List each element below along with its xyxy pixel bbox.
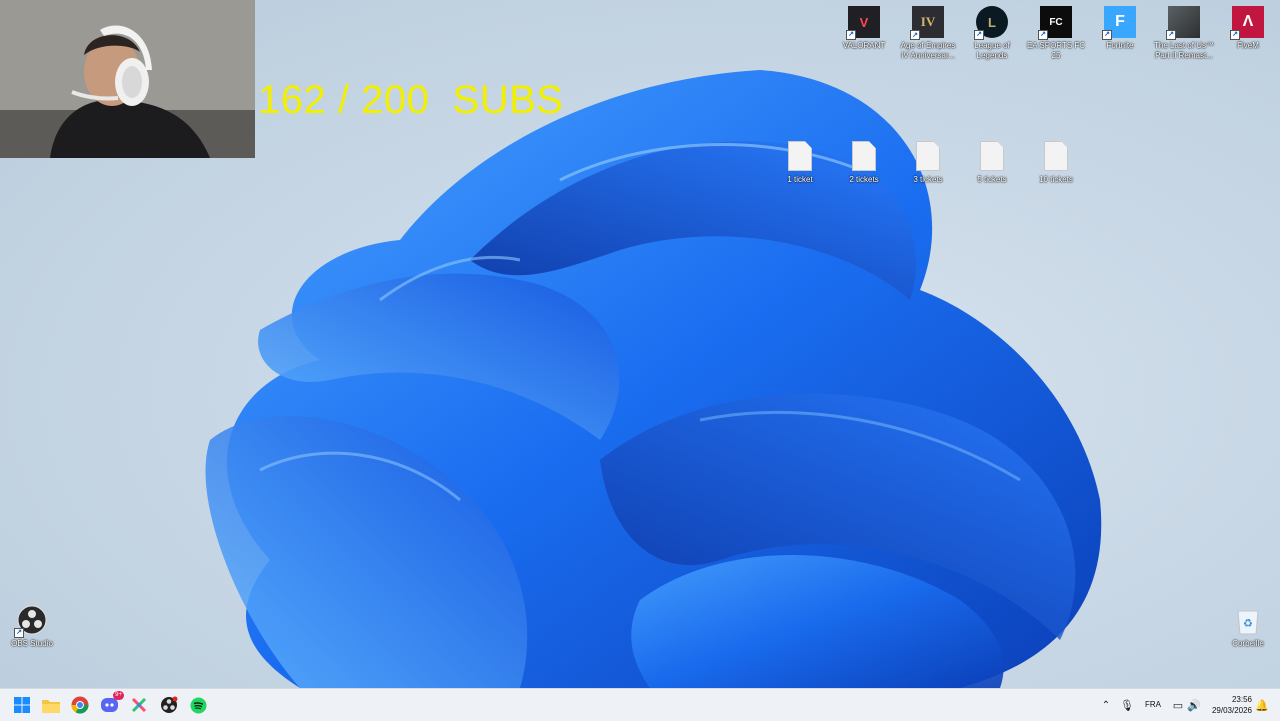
windows-start-icon[interactable] [12, 695, 32, 715]
text-file-icon [912, 140, 944, 172]
desktop-icon-label: League of Legends [974, 41, 1010, 60]
shortcut-arrow-icon: ↗ [974, 30, 984, 40]
desktop-icon-obs-studio[interactable]: ↗ OBS Studio [0, 604, 64, 649]
desktop-icon-recycle-bin[interactable]: ♻ Corbeille [1216, 604, 1280, 649]
desktop-icon-label: OBS Studio [11, 639, 53, 648]
desktop-icon-label: FiveM [1237, 41, 1259, 50]
desktop-file-label: 1 ticket [787, 175, 813, 184]
desktop-icon-label: Fortnite [1106, 41, 1134, 50]
chrome-icon[interactable] [70, 695, 90, 715]
notification-badge: 9+ [113, 691, 124, 700]
microphone-icon[interactable]: 🎙 [1117, 695, 1137, 715]
desktop-icon-league-of-legends[interactable]: L ↗ League of Legends [960, 6, 1024, 61]
chevron-up-icon[interactable]: ⌃ [1096, 695, 1116, 715]
desktop-icon-age-of-empires[interactable]: IV ↗ Age of Empires IV Anniversar... [896, 6, 960, 61]
desktop-file-label: 5 tickets [977, 175, 1007, 184]
text-file-icon [848, 140, 880, 172]
shortcut-arrow-icon: ↗ [1102, 30, 1112, 40]
ea-sports-fc-icon: FC ↗ [1038, 6, 1072, 40]
age-of-empires-icon: IV ↗ [910, 6, 944, 40]
shortcut-arrow-icon: ↗ [1038, 30, 1048, 40]
desktop-file-1-ticket[interactable]: 1 ticket [768, 140, 832, 185]
desktop-file-3-tickets[interactable]: 3 tickets [896, 140, 960, 185]
desktop-icon-fortnite[interactable]: F ↗ Fortnite [1088, 6, 1152, 51]
desktop-file-label: 2 tickets [849, 175, 879, 184]
fivem-icon: Λ ↗ [1230, 6, 1264, 40]
system-clock[interactable]: 23:56 29/03/2026 [1212, 694, 1252, 716]
the-last-of-us-icon: ↗ [1166, 6, 1200, 40]
desktop-icon-valorant[interactable]: V ↗ VALORANT [832, 6, 896, 51]
obs-studio-icon: ↗ [14, 604, 48, 638]
spotify-icon[interactable] [188, 695, 208, 715]
desktop-icon-label: Corbeille [1232, 639, 1264, 648]
discord-icon[interactable]: 9+ [100, 691, 124, 715]
text-file-icon [976, 140, 1008, 172]
valorant-icon: V ↗ [846, 6, 880, 40]
webcam-overlay [0, 0, 255, 158]
desktop-file-label: 3 tickets [913, 175, 943, 184]
desktop-file-5-tickets[interactable]: 5 tickets [960, 140, 1024, 185]
desktop-icon-label: EA SPORTS FC 25 [1026, 41, 1086, 60]
desktop-icon-label: Age of Empires IV Anniversar... [900, 41, 956, 60]
desktop-icon-the-last-of-us[interactable]: ↗ The Last of Us™ Part II Remast... [1152, 6, 1216, 61]
shortcut-arrow-icon: ↗ [910, 30, 920, 40]
league-of-legends-icon: L ↗ [974, 6, 1008, 40]
recycle-bin-icon: ♻ [1232, 604, 1264, 636]
volume-icon[interactable]: 🔊 [1184, 695, 1204, 715]
desktop-file-10-tickets[interactable]: 10 tickets [1024, 140, 1088, 185]
obs-taskbar-icon[interactable] [159, 695, 179, 715]
language-indicator[interactable]: FRA [1145, 700, 1161, 709]
desktop-icon-label: VALORANT [842, 41, 886, 50]
text-file-icon [1040, 140, 1072, 172]
shortcut-arrow-icon: ↗ [14, 628, 24, 638]
shortcut-arrow-icon: ↗ [846, 30, 856, 40]
subscriber-goal-overlay: 162 / 200 SUBS [258, 78, 564, 122]
desktop-icon-fivem[interactable]: Λ ↗ FiveM [1216, 6, 1280, 51]
desktop-icon-ea-sports-fc[interactable]: FC ↗ EA SPORTS FC 25 [1024, 6, 1088, 61]
clock-date: 29/03/2026 [1211, 706, 1252, 715]
text-file-icon [784, 140, 816, 172]
clock-time: 23:56 [1231, 695, 1252, 704]
shortcut-arrow-icon: ↗ [1166, 30, 1176, 40]
fortnite-icon: F ↗ [1102, 6, 1136, 40]
taskbar: 9+ ⌃ 🎙 FRA ▭ 🔊 23:56 29/03/2026 � [0, 688, 1280, 721]
svg-text:♻: ♻ [1243, 617, 1253, 630]
folder-icon[interactable] [41, 695, 61, 715]
desktop-file-label: 10 tickets [1039, 175, 1073, 184]
notification-bell-icon[interactable]: 🔔 [1252, 695, 1272, 715]
desktop-file-2-tickets[interactable]: 2 tickets [832, 140, 896, 185]
shortcut-arrow-icon: ↗ [1230, 30, 1240, 40]
colorful-x-icon[interactable] [129, 695, 149, 715]
desktop-icon-label: The Last of Us™ Part II Remast... [1153, 41, 1215, 60]
